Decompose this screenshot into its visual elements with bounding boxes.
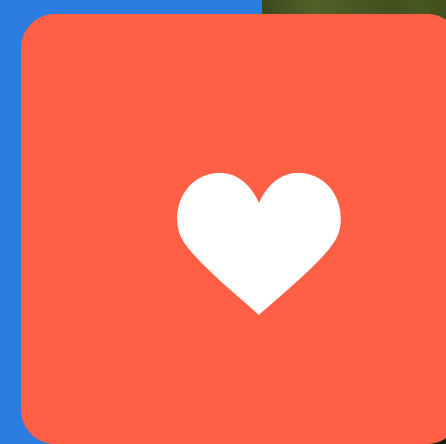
screen-crop: [0, 0, 446, 444]
heart-icon: [174, 169, 344, 317]
heart-shape: [177, 172, 341, 315]
app-icon-tile[interactable]: [21, 14, 446, 444]
